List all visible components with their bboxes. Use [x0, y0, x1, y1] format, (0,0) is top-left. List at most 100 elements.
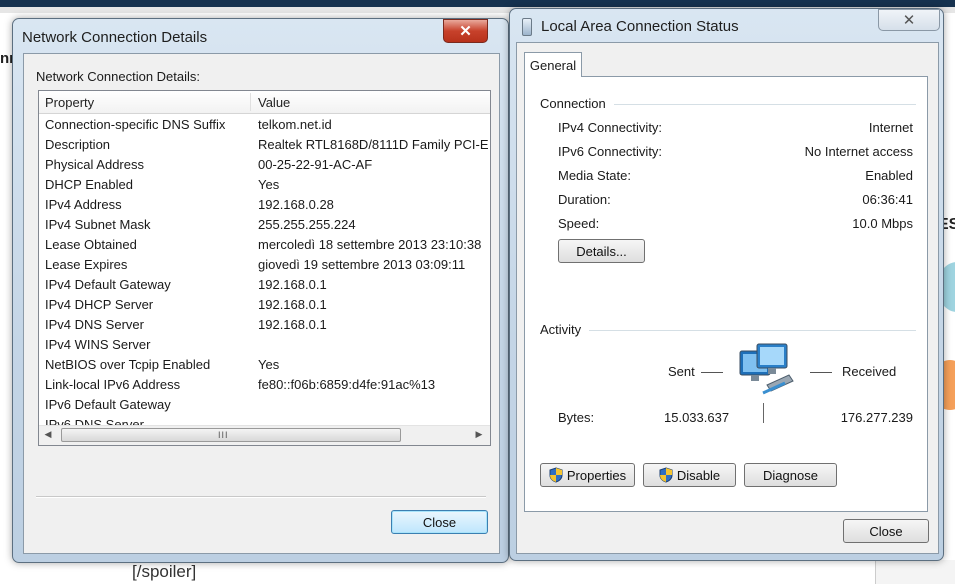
property-cell: IPv4 WINS Server: [45, 337, 151, 352]
value-cell: 192.168.0.1: [258, 317, 327, 332]
property-cell: IPv6 Default Gateway: [45, 397, 171, 412]
speed-label: Speed:: [558, 216, 600, 231]
local-area-connection-status-window: Local Area Connection Status ✕ General C…: [509, 8, 944, 561]
table-row[interactable]: Connection-specific DNS Suffix telkom.net…: [39, 115, 490, 135]
network-connection-details-window: Network Connection Details ✕ Network Con…: [12, 18, 509, 563]
disable-button-label: Disable: [676, 467, 721, 483]
bytes-sent-value: 15.033.637: [664, 410, 730, 425]
shield-icon: [659, 467, 673, 483]
value-cell: mercoledì 18 settembre 2013 23:10:38: [258, 237, 482, 252]
property-cell: NetBIOS over Tcpip Enabled: [45, 357, 211, 372]
scroll-right-icon[interactable]: ▶: [472, 429, 486, 442]
background-spoiler-text: [/spoiler]: [132, 562, 197, 581]
value-cell: Yes: [258, 177, 280, 192]
table-row[interactable]: NetBIOS over Tcpip Enabled Yes: [39, 355, 490, 375]
received-label: Received: [842, 364, 897, 379]
table-row[interactable]: IPv4 DNS Server 192.168.0.1: [39, 315, 490, 335]
property-cell: IPv4 Default Gateway: [45, 277, 171, 292]
property-cell: Connection-specific DNS Suffix: [45, 117, 226, 132]
window-title: Local Area Connection Status: [541, 18, 739, 35]
table-row[interactable]: IPv4 Subnet Mask 255.255.255.224: [39, 215, 490, 235]
value-cell: Yes: [258, 357, 280, 372]
ipv6-connectivity-value: No Internet access: [804, 144, 913, 159]
property-cell: Link-local IPv6 Address: [45, 377, 181, 392]
window-client-area: General Connection IPv4 Connectivity: In…: [516, 42, 939, 554]
details-caption: Network Connection Details:: [36, 69, 201, 84]
sent-line: [701, 372, 723, 373]
property-cell: IPv4 Subnet Mask: [45, 217, 151, 232]
close-button[interactable]: Close: [843, 519, 929, 543]
bytes-label: Bytes:: [558, 410, 595, 425]
tab-general[interactable]: General: [524, 52, 582, 77]
column-header-property[interactable]: Property: [45, 95, 94, 110]
value-cell: 00-25-22-91-AC-AF: [258, 157, 373, 172]
group-divider: [540, 330, 916, 331]
table-row[interactable]: DHCP Enabled Yes: [39, 175, 490, 195]
media-state-label: Media State:: [558, 168, 631, 183]
ipv6-connectivity-label: IPv6 Connectivity:: [558, 144, 663, 159]
close-icon: ✕: [459, 23, 472, 40]
ipv4-connectivity-label: IPv4 Connectivity:: [558, 120, 663, 135]
value-cell: 192.168.0.1: [258, 277, 327, 292]
activity-group-label: Activity: [540, 322, 590, 337]
duration-value: 06:36:41: [862, 192, 913, 207]
activity-divider: [763, 403, 764, 423]
sent-label: Sent: [668, 364, 695, 379]
shield-icon: [549, 467, 563, 483]
speed-value: 10.0 Mbps: [852, 216, 913, 231]
window-close-button[interactable]: ✕: [443, 19, 488, 43]
value-cell: 192.168.0.28: [258, 197, 334, 212]
table-row[interactable]: IPv4 WINS Server: [39, 335, 490, 355]
value-cell: giovedì 19 settembre 2013 03:09:11: [258, 257, 466, 272]
table-row[interactable]: IPv4 Default Gateway 192.168.0.1: [39, 275, 490, 295]
table-row[interactable]: Description Realtek RTL8168D/8111D Family…: [39, 135, 490, 155]
network-computers-icon: [739, 343, 794, 395]
connection-group-label: Connection: [540, 96, 614, 111]
separator: [36, 496, 486, 498]
general-tab-panel: Connection IPv4 Connectivity: Internet I…: [524, 76, 928, 512]
table-row[interactable]: IPv4 Address 192.168.0.28: [39, 195, 490, 215]
duration-label: Duration:: [558, 192, 611, 207]
details-button[interactable]: Details...: [558, 239, 645, 263]
window-close-button[interactable]: ✕: [878, 9, 940, 31]
property-cell: IPv4 DNS Server: [45, 317, 144, 332]
value-cell: Realtek RTL8168D/8111D Family PCI-E: [258, 137, 489, 152]
property-cell: IPv4 DHCP Server: [45, 297, 154, 312]
bytes-received-value: 176.277.239: [840, 410, 913, 425]
details-list[interactable]: Property Value Connection-specific DNS S…: [38, 90, 491, 446]
property-cell: Lease Expires: [45, 257, 128, 272]
media-state-value: Enabled: [865, 168, 913, 183]
background-top-bar: [0, 0, 955, 7]
scrollbar-thumb[interactable]: III: [61, 428, 401, 442]
horizontal-scrollbar[interactable]: ◀ III ▶: [39, 425, 490, 445]
diagnose-button[interactable]: Diagnose: [744, 463, 837, 487]
properties-button[interactable]: Properties: [540, 463, 635, 487]
value-cell: 255.255.255.224: [258, 217, 356, 232]
table-row[interactable]: IPv4 DHCP Server 192.168.0.1: [39, 295, 490, 315]
table-row[interactable]: Physical Address 00-25-22-91-AC-AF: [39, 155, 490, 175]
table-row[interactable]: Lease Expires giovedì 19 settembre 2013 0…: [39, 255, 490, 275]
value-cell: 192.168.0.1: [258, 297, 327, 312]
table-row[interactable]: Lease Obtained mercoledì 18 settembre 201…: [39, 235, 490, 255]
close-icon: ✕: [902, 12, 916, 29]
close-button[interactable]: Close: [391, 510, 488, 534]
background-panel: [875, 560, 955, 584]
disable-button[interactable]: Disable: [643, 463, 736, 487]
property-cell: Description: [45, 137, 111, 152]
properties-button-label: Properties: [566, 467, 627, 483]
network-adapter-icon: [522, 18, 532, 36]
property-cell: IPv4 Address: [45, 197, 122, 212]
list-header: Property Value: [39, 91, 490, 114]
received-line: [810, 372, 832, 373]
scroll-left-icon[interactable]: ◀: [41, 429, 55, 442]
column-divider[interactable]: [250, 93, 251, 111]
column-header-value[interactable]: Value: [258, 95, 290, 110]
table-row[interactable]: IPv6 Default Gateway: [39, 395, 490, 415]
property-cell: Lease Obtained: [45, 237, 137, 252]
value-cell: fe80::f06b:6859:d4fe:91ac%13: [258, 377, 436, 392]
window-client-area: Network Connection Details: Property Val…: [23, 53, 500, 554]
window-title: Network Connection Details: [22, 29, 208, 46]
property-cell: Physical Address: [45, 157, 144, 172]
ipv4-connectivity-value: Internet: [868, 120, 913, 135]
table-row[interactable]: Link-local IPv6 Address fe80::f06b:6859:d…: [39, 375, 490, 395]
